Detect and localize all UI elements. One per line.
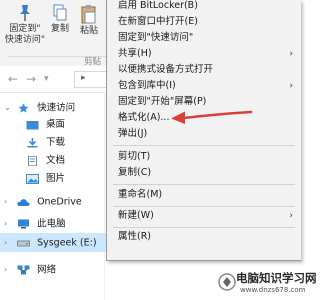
tree-item-network[interactable]: › 网络 [4,262,56,278]
tree-label-network: 网络 [37,264,57,276]
document-icon [28,155,37,166]
menu-item-include-in-library[interactable]: 包含到库中(I) › [107,78,301,94]
copy-button[interactable]: 复制 [48,4,72,35]
submenu-arrow-icon: › [289,49,293,59]
menu-label: 属性(R) [118,231,152,242]
menu-label: 新建(W) [118,210,154,221]
menu-label: 复制(C) [118,167,152,178]
pin-icon [20,5,30,21]
menu-item-open-in-new-window[interactable]: 在新窗口中打开(E) [107,14,301,30]
submenu-arrow-icon: › [289,211,293,221]
computer-icon [18,219,30,229]
tree-item-onedrive[interactable]: › OneDrive [4,194,82,210]
paste-icon [81,5,96,24]
paste-button[interactable]: 粘贴 [76,4,102,37]
menu-label: 格式化(A)... [118,112,170,123]
star-icon [18,103,29,113]
cloud-icon [17,199,30,206]
menu-label: 共享(H) [118,48,152,59]
tree-label-desktop: 桌面 [46,119,66,130]
nav-pane-divider [104,92,105,300]
menu-item-cut[interactable]: 剪切(T) [107,149,301,165]
tree-item-documents[interactable]: 文档 [26,153,65,169]
menu-item-copy[interactable]: 复制(C) [107,165,301,181]
chevron-right-icon: › [4,265,8,274]
copy-icon [53,4,67,21]
tree-item-downloads[interactable]: 下载 [26,135,65,151]
tree-item-pictures[interactable]: 图片 [26,171,65,187]
menu-separator [113,184,295,185]
tree-item-this-pc[interactable]: › 此电脑 [4,216,66,232]
menu-label: 固定到"快速访问" [118,32,194,43]
site-watermark: 电脑知识学习网 www.dnzs678.com [218,266,317,300]
forward-button[interactable]: → [26,72,36,86]
submenu-arrow-icon: › [289,81,293,91]
pictures-icon [26,173,39,184]
menu-separator [113,227,295,228]
menu-item-properties[interactable]: 属性(R) [107,229,301,245]
watermark-title: 电脑知识学习网 [236,271,317,285]
chevron-right-icon: › [4,219,8,228]
menu-label: 包含到库中(I) [118,80,176,91]
menu-label: 弹出(J) [118,128,148,139]
download-icon [27,137,38,147]
tree-label-onedrive: OneDrive [37,196,82,208]
pin-label-line2: 快速访问" [4,35,46,45]
drive-icon [17,240,31,247]
tree-item-quick-access[interactable]: ⌄ 快速访问 [4,100,75,116]
tree-label-documents: 文档 [46,155,66,166]
tree-label-this-pc: 此电脑 [37,218,66,230]
tree-label-pictures: 图片 [46,173,66,184]
menu-item-rename[interactable]: 重命名(M) [107,187,301,203]
desktop-folder-icon [26,120,39,129]
context-menu: 启用 BitLocker(B) 在新窗口中打开(E) 固定到"快速访问" 共享(… [106,0,301,261]
tree-item-drive-sysgeek[interactable]: › Sysgeek (E:) [4,235,97,251]
menu-item-open-as-portable-device[interactable]: 以便携式设备方式打开 [107,62,301,78]
menu-label: 剪切(T) [118,151,151,162]
menu-separator [113,206,295,207]
chevron-right-icon: › [4,197,8,206]
tree-item-desktop[interactable]: 桌面 [26,117,65,133]
tree-label-downloads: 下载 [46,137,66,148]
recent-locations-dropdown[interactable]: ▾ [44,74,49,84]
menu-item-share[interactable]: 共享(H) › [107,46,301,62]
tree-label-quick-access: 快速访问 [37,102,76,114]
paste-label: 粘贴 [79,26,98,36]
menu-item-eject[interactable]: 弹出(J) [107,126,301,142]
annotation-arrow-icon [171,110,253,124]
menu-label: 重命名(M) [118,189,163,200]
menu-label: 在新窗口中打开(E) [118,16,198,27]
menu-label: 以便携式设备方式打开 [118,64,214,75]
network-icon [17,265,30,275]
pin-label-line1: 固定到" [9,24,41,34]
pin-to-quick-access-button[interactable]: 固定到" 快速访问" [2,4,48,46]
menu-label: 启用 BitLocker(B) [118,0,198,11]
menu-item-new[interactable]: 新建(W) › [107,208,301,224]
back-button[interactable]: ← [8,72,18,86]
tree-label-drive: Sysgeek (E:) [37,237,97,249]
path-chevron-icon: ▸ [81,73,86,83]
chevron-down-icon: ⌄ [4,103,11,112]
watermark-logo-icon [218,273,236,291]
menu-item-enable-bitlocker[interactable]: 启用 BitLocker(B) [107,0,301,14]
watermark-url: www.dnzs678.com [240,286,306,294]
menu-item-pin-to-quick-access[interactable]: 固定到"快速访问" [107,30,301,46]
menu-separator [113,145,295,146]
chevron-right-icon: › [4,238,8,247]
copy-label: 复制 [50,24,69,34]
